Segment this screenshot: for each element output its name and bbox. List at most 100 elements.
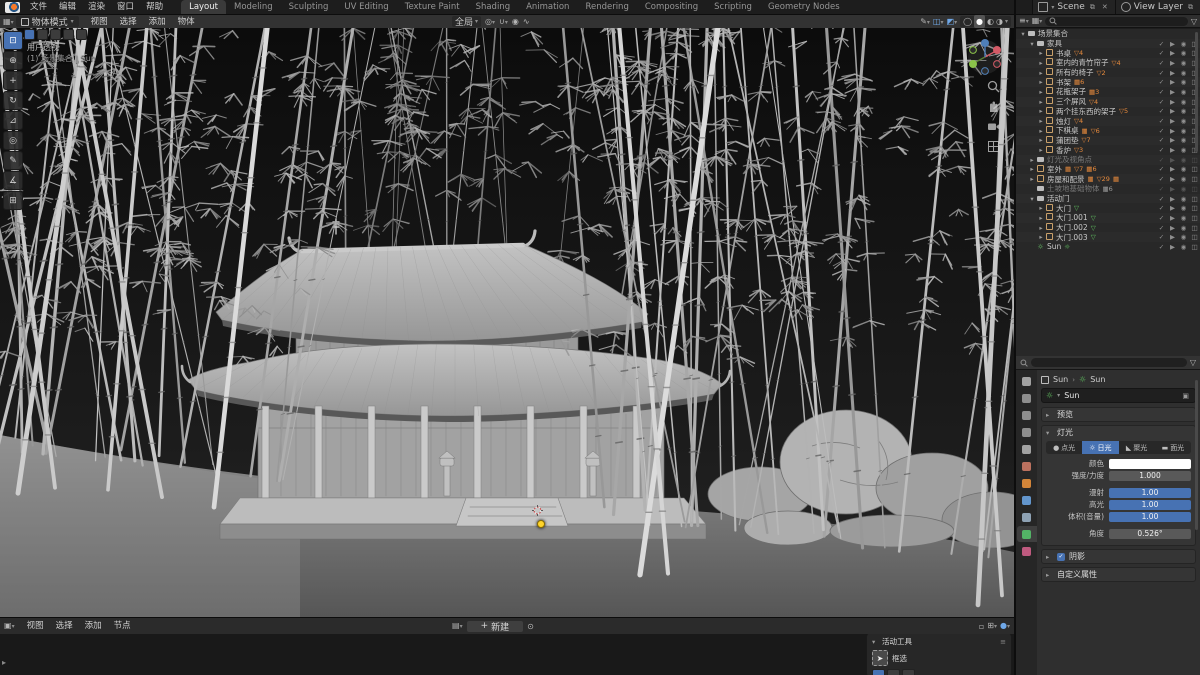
hide-render-toggle[interactable]: ◫ — [1189, 185, 1200, 193]
outliner-row-蒲团垫[interactable]: ▸蒲团垫▽7✓▶◉◫ — [1016, 135, 1200, 146]
checkbox-toggle[interactable]: ✓ — [1156, 224, 1167, 232]
pan-hand-icon[interactable] — [987, 100, 1000, 113]
parent-nodes-icon[interactable]: ▫ — [979, 620, 984, 633]
角度-field[interactable]: 0.526° — [1109, 528, 1191, 539]
hide-render-toggle[interactable]: ◫ — [1189, 204, 1200, 212]
outliner-display-mode-icon[interactable]: ≡▾ — [1019, 14, 1029, 28]
hide-viewport-toggle[interactable]: ◉ — [1178, 40, 1189, 48]
checkbox-toggle[interactable]: ✓ — [1156, 195, 1167, 203]
checkbox-toggle[interactable]: ✓ — [1156, 40, 1167, 48]
menu-帮助[interactable]: 帮助 — [140, 0, 169, 14]
shading-solid-icon[interactable]: ● — [974, 15, 986, 28]
outliner-row-场景集合[interactable]: ▾ 场景集合 — [1016, 29, 1200, 39]
editor-type-icon[interactable]: ▣▾ — [4, 619, 15, 633]
properties-tab-view-layer[interactable] — [1017, 424, 1037, 440]
vertical-splitter[interactable] — [1014, 0, 1016, 675]
outliner-row-烛灯[interactable]: ▸烛灯▽4✓▶◉◫ — [1016, 116, 1200, 126]
select-set-icon[interactable] — [24, 29, 35, 40]
hide-viewport-toggle[interactable]: ◉ — [1178, 243, 1189, 251]
checkbox-toggle[interactable]: ✓ — [1156, 49, 1167, 57]
checkbox-toggle[interactable]: ✓ — [1156, 78, 1167, 86]
outliner-row-灯光及视角点[interactable]: ▸ 灯光及视角点 ✓ ▶ ◉ ◫ — [1016, 154, 1200, 165]
outliner-row-所有的椅子[interactable]: ▸所有的椅子▽2✓▶◉◫ — [1016, 68, 1200, 78]
体积-音量--field[interactable]: 1.00 — [1109, 511, 1191, 522]
selectable-toggle[interactable]: ▶ — [1167, 49, 1178, 57]
checkbox-toggle[interactable]: ✓ — [1156, 88, 1167, 96]
tool-select-box[interactable]: ⊡ — [3, 31, 23, 50]
workspace-tab-scripting[interactable]: Scripting — [706, 0, 760, 14]
gizmo-y-axis[interactable] — [969, 60, 977, 68]
workspace-tab-modeling[interactable]: Modeling — [226, 0, 281, 14]
collapse-icon[interactable]: ▾ — [872, 638, 879, 646]
expand-icon[interactable]: ▸ — [1037, 49, 1045, 57]
selectable-toggle[interactable]: ▶ — [1167, 224, 1178, 232]
outliner-scrollbar[interactable] — [1195, 32, 1198, 152]
高光-field[interactable]: 1.00 — [1109, 499, 1191, 510]
outliner-row-家具[interactable]: ▾家具✓▶◉◫ — [1016, 38, 1200, 49]
selectable-toggle[interactable]: ▶ — [1167, 175, 1178, 183]
selectable-toggle[interactable]: ▶ — [1167, 59, 1178, 67]
properties-filter-icon[interactable]: ▽ — [1190, 356, 1196, 369]
light-type-面光[interactable]: ▬ 面光 — [1155, 441, 1191, 454]
view-layer-selector[interactable]: View Layer ⧉ — [1114, 0, 1200, 14]
outliner-row-土坡地基础物体[interactable]: 土坡地基础物体 ▦6 ✓ ▶ ◉ ◫ — [1016, 184, 1200, 194]
checkbox-toggle[interactable]: ✓ — [1156, 98, 1167, 106]
node-menu-添加[interactable]: 添加 — [79, 619, 108, 633]
hide-render-toggle[interactable]: ◫ — [1189, 156, 1200, 164]
expand-icon[interactable]: ▾ — [1028, 195, 1036, 203]
selectable-toggle[interactable]: ▶ — [1167, 88, 1178, 96]
properties-tab-object-data[interactable] — [1016, 526, 1037, 542]
checkbox-toggle[interactable]: ✓ — [1156, 127, 1167, 135]
hide-viewport-toggle[interactable]: ◉ — [1178, 185, 1189, 193]
expand-icon[interactable]: ▸ — [1037, 107, 1045, 115]
browse-icon[interactable]: ▤▾ — [452, 619, 463, 633]
hide-viewport-toggle[interactable]: ◉ — [1178, 127, 1189, 135]
properties-tab-object[interactable] — [1017, 475, 1037, 491]
workspace-tab-shading[interactable]: Shading — [468, 0, 519, 14]
hide-viewport-toggle[interactable]: ◉ — [1178, 156, 1189, 164]
gizmo-x-axis[interactable] — [993, 46, 1001, 54]
menu-编辑[interactable]: 编辑 — [53, 0, 82, 14]
ortho-grid-icon[interactable] — [987, 140, 1000, 153]
selectable-toggle[interactable]: ▶ — [1167, 127, 1178, 135]
properties-tab-physics[interactable] — [1017, 492, 1037, 508]
workspace-tab-texture-paint[interactable]: Texture Paint — [397, 0, 468, 14]
expand-icon[interactable]: ▸ — [1028, 165, 1036, 173]
mode-extend-icon[interactable] — [887, 669, 900, 675]
close-icon[interactable]: ✕ — [1100, 3, 1110, 11]
light-datablock-field[interactable]: ☼ ▾ Sun ▣ — [1041, 388, 1196, 403]
hide-render-toggle[interactable]: ◫ — [1189, 224, 1200, 232]
expand-icon[interactable]: ▸ — [1028, 156, 1036, 164]
selectable-toggle[interactable]: ▶ — [1167, 156, 1178, 164]
tool-rotate[interactable]: ↻ — [3, 91, 23, 110]
hide-viewport-toggle[interactable]: ◉ — [1178, 146, 1189, 154]
workspace-tab-geometry-nodes[interactable]: Geometry Nodes — [760, 0, 848, 14]
hide-viewport-toggle[interactable]: ◉ — [1178, 78, 1189, 86]
selectable-toggle[interactable]: ▶ — [1167, 185, 1178, 193]
expand-icon[interactable]: ▾ — [1028, 40, 1036, 48]
light-type-点光[interactable]: ● 点光 — [1046, 441, 1082, 454]
expand-icon[interactable]: ▸ — [1037, 117, 1045, 125]
selectable-toggle[interactable]: ▶ — [1167, 214, 1178, 222]
checkbox-toggle[interactable]: ✓ — [1156, 156, 1167, 164]
new-view-layer-button[interactable]: ⧉ — [1186, 3, 1195, 12]
viewport-menu-物体[interactable]: 物体 — [172, 15, 201, 29]
selectable-toggle[interactable]: ▶ — [1167, 40, 1178, 48]
proportional-falloff-icon[interactable]: ∿ — [523, 15, 530, 28]
sun-light-origin[interactable] — [537, 520, 545, 528]
panel-light-header[interactable]: ▾ 灯光 — [1042, 426, 1195, 439]
hide-viewport-toggle[interactable]: ◉ — [1178, 204, 1189, 212]
outliner-row-室外[interactable]: ▸ 室外 ▦ ▽7 ▦6 ✓ ▶ ◉ ◫ — [1016, 164, 1200, 175]
orientation-select[interactable]: 全局 ▾ — [452, 16, 482, 28]
gizmo-z-axis[interactable] — [981, 39, 989, 47]
pin-icon[interactable]: ⊙ — [527, 620, 534, 633]
selectable-toggle[interactable]: ▶ — [1167, 98, 1178, 106]
selectable-toggle[interactable]: ▶ — [1167, 107, 1178, 115]
checkbox-toggle[interactable]: ✓ — [1156, 136, 1167, 144]
viewport-menu-选择[interactable]: 选择 — [114, 15, 143, 29]
outliner-row-大门[interactable]: ▸ 大门 ▽ ✓ ▶ ◉ ◫ — [1016, 203, 1200, 213]
viewport-menu-视图[interactable]: 视图 — [85, 15, 114, 29]
outliner-row-书架[interactable]: ▸书架▦6✓▶◉◫ — [1016, 77, 1200, 88]
selectable-toggle[interactable]: ▶ — [1167, 117, 1178, 125]
outliner-filter-id-icon[interactable]: ▦▾ — [1032, 14, 1043, 28]
